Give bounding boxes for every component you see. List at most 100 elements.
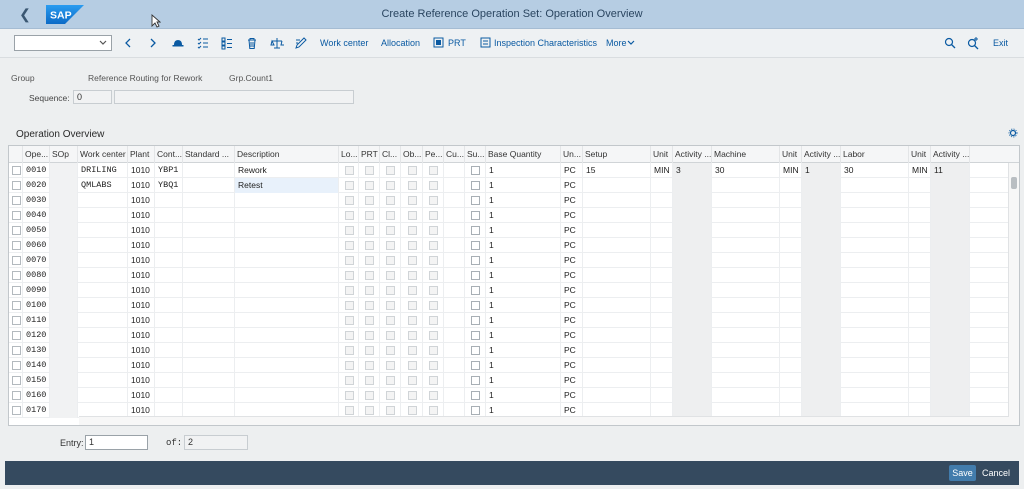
prt-checkbox[interactable] (365, 196, 374, 205)
row-selector[interactable] (9, 223, 23, 238)
activity-2-cell[interactable] (802, 268, 841, 283)
plant-cell[interactable]: 1010 (128, 358, 155, 373)
machine-unit-cell[interactable] (780, 358, 802, 373)
su-checkbox[interactable] (471, 256, 480, 265)
control-key-cell[interactable] (155, 193, 183, 208)
work-center-cell[interactable] (78, 238, 128, 253)
machine-cell[interactable] (712, 193, 780, 208)
machine-cell[interactable] (712, 268, 780, 283)
horizontal-scrollbar[interactable] (79, 416, 1009, 425)
labor-cell[interactable] (841, 313, 909, 328)
unit-cell[interactable]: PC (561, 298, 583, 313)
base-quantity-cell[interactable]: 1 (486, 178, 561, 193)
table-row[interactable]: 0050 1010 1 PC (9, 223, 1009, 238)
activity-1-cell[interactable]: 3 (673, 163, 712, 178)
lo-checkbox[interactable] (345, 196, 354, 205)
activity-3-cell[interactable] (931, 388, 970, 403)
plant-cell[interactable]: 1010 (128, 253, 155, 268)
prt-checkbox[interactable] (365, 316, 374, 325)
lo-checkbox[interactable] (345, 391, 354, 400)
lo-checkbox[interactable] (345, 376, 354, 385)
setup-cell[interactable] (583, 268, 651, 283)
table-row[interactable]: 0030 1010 1 PC (9, 193, 1009, 208)
activity-3-cell[interactable] (931, 238, 970, 253)
activity-2-cell[interactable] (802, 343, 841, 358)
command-select[interactable] (14, 35, 112, 51)
machine-cell[interactable] (712, 238, 780, 253)
su-checkbox[interactable] (471, 196, 480, 205)
pe-checkbox[interactable] (429, 271, 438, 280)
setup-cell[interactable] (583, 283, 651, 298)
machine-unit-cell[interactable] (780, 313, 802, 328)
base-quantity-cell[interactable]: 1 (486, 268, 561, 283)
control-key-cell[interactable] (155, 253, 183, 268)
pe-checkbox[interactable] (429, 346, 438, 355)
col-su[interactable]: Su... (465, 146, 486, 163)
activity-2-cell[interactable] (802, 253, 841, 268)
setup-cell[interactable] (583, 298, 651, 313)
unit-cell[interactable]: PC (561, 163, 583, 178)
cl-checkbox[interactable] (386, 256, 395, 265)
row-select-checkbox[interactable] (12, 331, 21, 340)
base-quantity-cell[interactable]: 1 (486, 283, 561, 298)
control-key-cell[interactable] (155, 388, 183, 403)
table-row[interactable]: 0160 1010 1 PC (9, 388, 1009, 403)
table-row[interactable]: 0120 1010 1 PC (9, 328, 1009, 343)
pe-checkbox[interactable] (429, 196, 438, 205)
table-row[interactable]: 0110 1010 1 PC (9, 313, 1009, 328)
lo-checkbox[interactable] (345, 361, 354, 370)
plant-cell[interactable]: 1010 (128, 328, 155, 343)
activity-1-cell[interactable] (673, 358, 712, 373)
cl-checkbox[interactable] (386, 181, 395, 190)
machine-unit-cell[interactable] (780, 178, 802, 193)
table-row[interactable]: 0080 1010 1 PC (9, 268, 1009, 283)
ob-checkbox[interactable] (408, 391, 417, 400)
work-center-cell[interactable] (78, 358, 128, 373)
pe-checkbox[interactable] (429, 316, 438, 325)
unit-cell[interactable]: PC (561, 343, 583, 358)
plant-cell[interactable]: 1010 (128, 223, 155, 238)
unit-cell[interactable]: PC (561, 328, 583, 343)
setup-cell[interactable]: 15 (583, 163, 651, 178)
chevron-right-icon[interactable] (146, 36, 160, 50)
machine-cell[interactable] (712, 253, 780, 268)
description-cell[interactable] (235, 358, 339, 373)
activity-3-cell[interactable] (931, 313, 970, 328)
labor-cell[interactable]: 30 (841, 163, 909, 178)
ob-checkbox[interactable] (408, 181, 417, 190)
activity-2-cell[interactable] (802, 208, 841, 223)
unit-cell[interactable]: PC (561, 268, 583, 283)
activity-1-cell[interactable] (673, 283, 712, 298)
machine-unit-cell[interactable] (780, 253, 802, 268)
scroll-thumb[interactable] (1011, 177, 1017, 189)
unit-cell[interactable]: PC (561, 178, 583, 193)
ob-checkbox[interactable] (408, 166, 417, 175)
labor-unit-cell[interactable] (909, 253, 931, 268)
work-center-cell[interactable]: DRILING (78, 163, 128, 178)
activity-3-cell[interactable] (931, 343, 970, 358)
row-select-checkbox[interactable] (12, 241, 21, 250)
ob-checkbox[interactable] (408, 346, 417, 355)
setup-unit-cell[interactable] (651, 268, 673, 283)
activity-1-cell[interactable] (673, 223, 712, 238)
labor-cell[interactable] (841, 178, 909, 193)
prt-checkbox[interactable] (365, 361, 374, 370)
row-selector[interactable] (9, 403, 23, 418)
cl-checkbox[interactable] (386, 316, 395, 325)
col-setup-unit[interactable]: Unit (651, 146, 673, 163)
base-quantity-cell[interactable]: 1 (486, 373, 561, 388)
su-checkbox[interactable] (471, 286, 480, 295)
activity-3-cell[interactable]: 11 (931, 163, 970, 178)
exit-button[interactable]: Exit (993, 38, 1008, 48)
row-selector[interactable] (9, 238, 23, 253)
table-row[interactable]: 0140 1010 1 PC (9, 358, 1009, 373)
cl-checkbox[interactable] (386, 241, 395, 250)
plant-cell[interactable]: 1010 (128, 388, 155, 403)
plant-cell[interactable]: 1010 (128, 208, 155, 223)
row-selector[interactable] (9, 178, 23, 193)
base-quantity-cell[interactable]: 1 (486, 163, 561, 178)
activity-1-cell[interactable] (673, 253, 712, 268)
cancel-button[interactable]: Cancel (979, 465, 1013, 481)
activity-3-cell[interactable] (931, 223, 970, 238)
machine-cell[interactable] (712, 358, 780, 373)
